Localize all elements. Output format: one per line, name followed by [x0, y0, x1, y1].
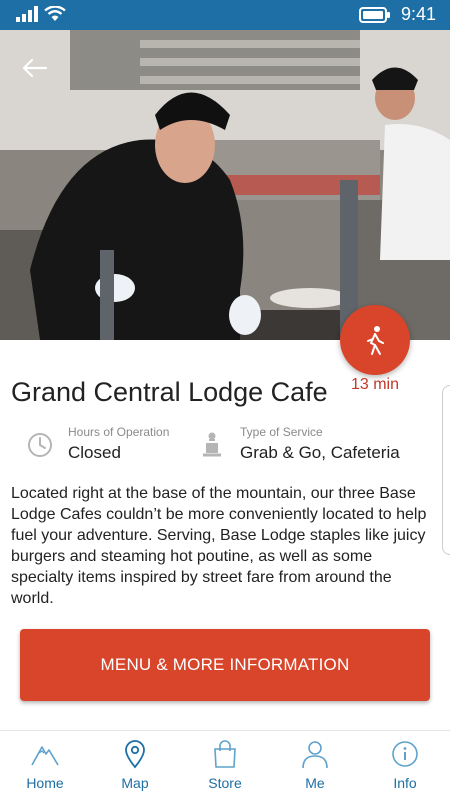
battery-icon	[358, 6, 390, 23]
walking-person-icon	[367, 326, 384, 355]
map-pin-icon	[125, 740, 145, 769]
status-bar: 9:41	[0, 0, 450, 30]
nav-map[interactable]: Map	[90, 731, 180, 800]
service-block: Type of Service Grab & Go, Cafeteria	[198, 425, 400, 463]
back-arrow-icon	[22, 58, 48, 78]
nav-store[interactable]: Store	[180, 731, 270, 800]
venue-title: Grand Central Lodge Cafe	[11, 377, 328, 407]
hours-label: Hours of Operation	[68, 425, 170, 439]
status-indicators	[16, 6, 66, 22]
hours-block: Hours of Operation Closed	[26, 425, 169, 463]
venue-description: Located right at the base of the mountai…	[11, 485, 427, 607]
service-icon	[203, 432, 221, 457]
nav-store-label: Store	[208, 775, 242, 791]
nav-map-label: Map	[121, 775, 149, 791]
info-icon	[392, 741, 418, 767]
status-right: 9:41	[358, 4, 436, 25]
nav-me[interactable]: Me	[270, 731, 360, 800]
status-time: 9:41	[400, 4, 436, 24]
shopping-bag-icon	[214, 740, 236, 768]
walk-time-label: 13 min	[350, 376, 400, 393]
nav-home[interactable]: Home	[0, 731, 90, 800]
hero-photo	[0, 30, 450, 340]
signal-icon	[16, 6, 38, 22]
side-drawer-handle[interactable]	[442, 385, 450, 555]
nav-home-label: Home	[26, 775, 64, 791]
walking-directions-button[interactable]	[340, 305, 410, 375]
bottom-nav: Home Map Store Me Info	[0, 730, 450, 800]
nav-info-label: Info	[393, 775, 417, 791]
clock-icon	[28, 433, 52, 457]
hours-value: Closed	[68, 443, 121, 462]
service-label: Type of Service	[240, 425, 323, 439]
back-button[interactable]	[18, 50, 54, 86]
venue-info-row: Hours of Operation Closed Type of Servic…	[0, 425, 450, 469]
mountain-icon	[31, 746, 59, 766]
wifi-icon	[44, 6, 66, 21]
nav-info[interactable]: Info	[360, 731, 450, 800]
person-icon	[302, 741, 328, 769]
service-value: Grab & Go, Cafeteria	[240, 443, 400, 462]
nav-me-label: Me	[305, 775, 325, 791]
menu-more-info-button[interactable]: MENU & MORE INFORMATION	[20, 629, 430, 701]
